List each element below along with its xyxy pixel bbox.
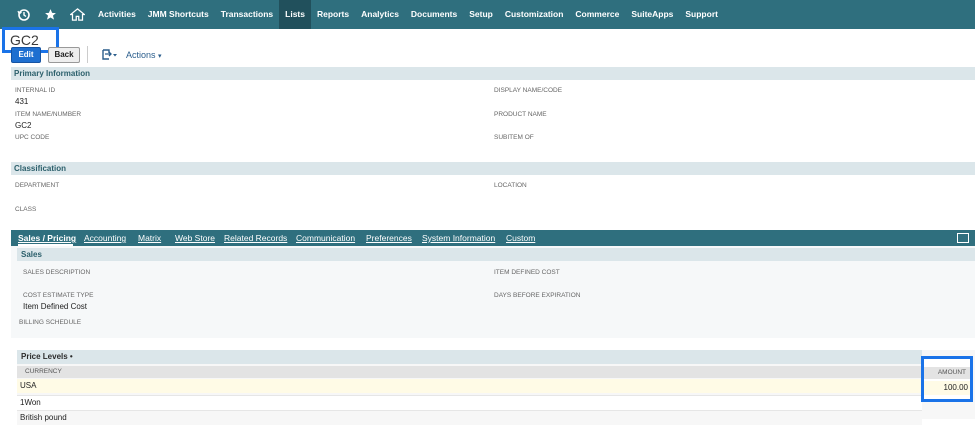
amount-column-highlight: AMOUNT 100.00	[921, 356, 973, 402]
nav-jmm-shortcuts[interactable]: JMM Shortcuts	[142, 0, 215, 29]
internal-id-value: 431	[15, 97, 29, 106]
star-icon[interactable]	[40, 0, 60, 29]
actions-label: Actions	[126, 50, 156, 60]
internal-id-label: INTERNAL ID	[15, 87, 56, 94]
tab-matrix[interactable]: Matrix	[138, 230, 161, 246]
tab-preferences[interactable]: Preferences	[366, 230, 412, 246]
price-levels-header: Price Levels •	[17, 350, 922, 364]
cost-estimate-type-label: COST ESTIMATE TYPE	[23, 292, 94, 299]
sales-header[interactable]: Sales	[17, 248, 975, 261]
days-before-expiration-label: DAYS BEFORE EXPIRATION	[494, 292, 581, 299]
billing-schedule-label: BILLING SCHEDULE	[19, 319, 82, 326]
item-defined-cost-label: ITEM DEFINED COST	[494, 269, 560, 276]
currency-cell: 1Won	[20, 398, 41, 407]
caret-down-icon: ▾	[158, 53, 162, 60]
classification-title: Classification	[14, 164, 67, 173]
nav-support[interactable]: Support	[679, 0, 724, 29]
classification-header[interactable]: Classification	[11, 162, 975, 175]
tab-web-store[interactable]: Web Store	[175, 230, 215, 246]
subtab-bar: Sales / Pricing Accounting Matrix Web St…	[11, 230, 975, 246]
price-levels-title: Price Levels •	[21, 352, 73, 361]
tab-accounting[interactable]: Accounting	[84, 230, 126, 246]
tab-related-records[interactable]: Related Records	[224, 230, 287, 246]
table-row[interactable]: 1Won	[17, 395, 922, 410]
recent-icon[interactable]	[14, 0, 34, 29]
nav-lists[interactable]: Lists	[279, 0, 311, 29]
amount-column-header: AMOUNT	[937, 369, 966, 376]
amount-column-header-cell: AMOUNT	[924, 367, 970, 379]
back-button[interactable]: Back	[48, 47, 80, 63]
nav-analytics[interactable]: Analytics	[355, 0, 405, 29]
actions-menu[interactable]: Actions ▾	[126, 50, 162, 60]
toolbar-divider	[87, 46, 88, 63]
amount-cell[interactable]: 100.00	[924, 381, 970, 395]
subitem-of-label: SUBITEM OF	[494, 134, 534, 141]
nav-commerce[interactable]: Commerce	[569, 0, 625, 29]
currency-column-header: CURRENCY	[25, 368, 62, 375]
amount-value: 100.00	[943, 383, 968, 392]
currency-cell: British pound	[20, 413, 67, 422]
currency-cell: USA	[20, 381, 37, 390]
sales-title: Sales	[21, 250, 42, 259]
upc-code-label: UPC CODE	[15, 134, 50, 141]
nav-suiteapps[interactable]: SuiteApps	[625, 0, 679, 29]
nav-customization[interactable]: Customization	[499, 0, 570, 29]
class-label: CLASS	[15, 206, 37, 213]
collapse-icon[interactable]	[957, 233, 969, 243]
primary-info-header[interactable]: Primary Information	[11, 67, 975, 80]
nav-documents[interactable]: Documents	[405, 0, 463, 29]
nav-activities[interactable]: Activities	[92, 0, 142, 29]
location-label: LOCATION	[494, 182, 527, 189]
main-menu: Activities JMM Shortcuts Transactions Li…	[92, 0, 724, 29]
tab-communication[interactable]: Communication	[296, 230, 355, 246]
department-label: DEPARTMENT	[15, 182, 60, 189]
display-name-label: DISPLAY NAME/CODE	[494, 87, 563, 94]
sales-description-label: SALES DESCRIPTION	[23, 269, 91, 276]
home-icon[interactable]	[66, 0, 88, 29]
table-row[interactable]: British pound	[17, 410, 922, 425]
primary-info-title: Primary Information	[14, 69, 91, 78]
table-row[interactable]: USA	[17, 379, 922, 393]
cost-estimate-type-value: Item Defined Cost	[23, 302, 88, 311]
nav-reports[interactable]: Reports	[311, 0, 355, 29]
price-levels-column-header: CURRENCY	[17, 366, 922, 378]
product-name-label: PRODUCT NAME	[494, 111, 547, 118]
tab-system-information[interactable]: System Information	[422, 230, 495, 246]
tab-custom[interactable]: Custom	[506, 230, 535, 246]
print-icon[interactable]	[100, 48, 118, 62]
edit-button[interactable]: Edit	[11, 47, 41, 63]
nav-transactions[interactable]: Transactions	[215, 0, 279, 29]
item-name-label: ITEM NAME/NUMBER	[15, 111, 82, 118]
nav-setup[interactable]: Setup	[463, 0, 499, 29]
top-navigation: Activities JMM Shortcuts Transactions Li…	[0, 0, 975, 29]
item-name-value: GC2	[15, 121, 32, 130]
